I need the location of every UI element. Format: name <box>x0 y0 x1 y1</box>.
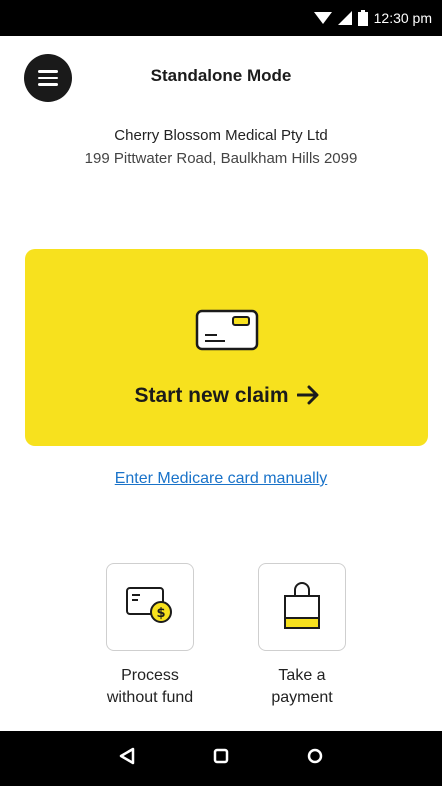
start-new-claim-button[interactable]: Start new claim <box>25 249 428 446</box>
process-without-fund-icon-box: $ <box>106 563 194 651</box>
signal-icon <box>337 11 352 25</box>
merchant-info: Cherry Blossom Medical Pty Ltd 199 Pittw… <box>0 125 442 171</box>
arrow-right-icon <box>296 385 319 411</box>
take-a-payment-tile[interactable]: Take a payment <box>232 563 372 709</box>
back-icon <box>119 747 135 770</box>
merchant-name: Cherry Blossom Medical Pty Ltd <box>114 127 328 144</box>
wifi-icon <box>313 11 332 25</box>
home-icon <box>213 748 229 769</box>
card-dollar-icon: $ <box>125 586 175 629</box>
svg-text:$: $ <box>156 606 165 621</box>
recents-button[interactable] <box>299 743 331 775</box>
payment-label-line2: payment <box>271 689 333 706</box>
process-without-fund-tile[interactable]: $ Process without fund <box>80 563 220 709</box>
status-bar: 12:30 pm <box>0 0 442 36</box>
app-bar: Standalone Mode <box>0 36 442 116</box>
take-a-payment-label: Take a payment <box>232 665 372 709</box>
home-button[interactable] <box>205 743 237 775</box>
card-icon <box>195 309 259 356</box>
back-button[interactable] <box>111 743 143 775</box>
start-new-claim-label: Start new claim <box>25 384 428 411</box>
take-a-payment-icon-box <box>258 563 346 651</box>
shopping-bag-icon <box>282 580 322 635</box>
process-label-line1: Process <box>121 667 179 684</box>
process-without-fund-label: Process without fund <box>80 665 220 709</box>
page-title: Standalone Mode <box>150 66 292 85</box>
navigation-bar <box>0 731 442 786</box>
merchant-address: 199 Pittwater Road, Baulkham Hills 2099 <box>84 150 358 167</box>
process-label-line2: without fund <box>106 689 194 706</box>
status-time: 12:30 pm <box>373 10 432 26</box>
claim-label-text: Start new claim <box>134 384 289 407</box>
battery-icon <box>357 10 368 26</box>
payment-label-line1: Take a <box>278 667 326 684</box>
recents-icon <box>307 748 323 769</box>
enter-medicare-manually-link[interactable]: Enter Medicare card manually <box>0 470 442 488</box>
